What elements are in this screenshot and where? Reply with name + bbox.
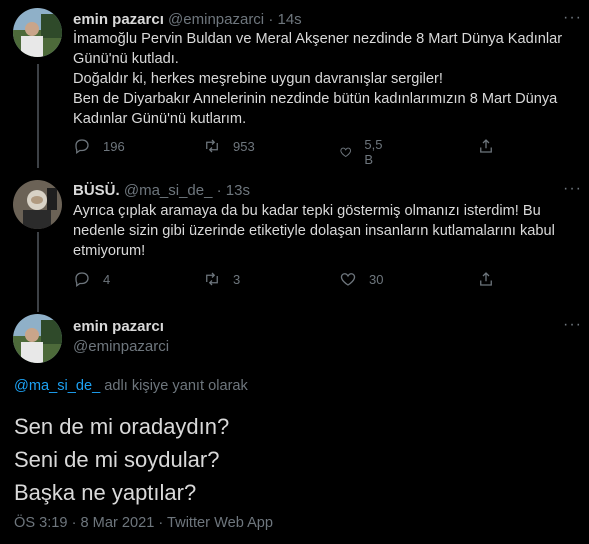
tweet-metadata[interactable]: ÖS 3:19 · 8 Mar 2021 · Twitter Web App [14, 515, 273, 531]
user-handle[interactable]: @eminpazarci [73, 338, 169, 355]
mention-link[interactable]: @ma_si_de_ [14, 378, 100, 394]
retweet-count: 953 [233, 138, 255, 154]
retweet-count: 3 [233, 271, 241, 287]
display-name[interactable]: emin pazarcı [73, 11, 164, 28]
more-icon[interactable]: ··· [563, 9, 582, 27]
like-button[interactable]: 5,5 B [339, 137, 387, 167]
reply-button[interactable]: 196 [73, 137, 125, 155]
like-count: 30 [369, 271, 384, 287]
share-icon [480, 272, 492, 286]
more-icon[interactable]: ··· [563, 316, 582, 334]
like-count: 5,5 B [364, 137, 383, 167]
display-name[interactable]: emin pazarcı [73, 318, 164, 335]
avatar[interactable] [13, 314, 62, 363]
avatar[interactable] [13, 8, 62, 57]
retweet-button[interactable]: 3 [203, 270, 240, 288]
display-name[interactable]: BÜSÜ. [73, 182, 120, 199]
share-icon [480, 139, 492, 153]
like-button[interactable]: 30 [339, 270, 383, 288]
user-handle[interactable]: @ma_si_de_ [124, 182, 213, 199]
tweet-text: Ayrıca çıplak aramaya da bu kadar tepki … [73, 203, 555, 259]
reply-count: 4 [103, 271, 111, 287]
thread-line [37, 232, 39, 312]
retweet-icon [206, 272, 218, 286]
tweet-time[interactable]: 13s [226, 182, 250, 199]
reply-context-label: adlı kişiye yanıt olarak [100, 378, 248, 394]
user-handle[interactable]: @eminpazarci [168, 11, 264, 28]
tweet-header: emin pazarcı @eminpazarci · 14s [73, 11, 302, 28]
tweet-text: Sen de mi oradaydın? Seni de mi soydular… [14, 414, 230, 505]
like-icon [340, 273, 356, 286]
retweet-button[interactable]: 953 [203, 137, 255, 155]
like-icon [340, 147, 352, 158]
thread-line [37, 64, 39, 168]
reply-icon [75, 139, 89, 155]
reply-count: 196 [103, 138, 125, 154]
more-icon[interactable]: ··· [563, 180, 582, 198]
tweet-time[interactable]: 14s [277, 11, 301, 28]
avatar[interactable] [13, 180, 62, 229]
tweet-header: BÜSÜ. @ma_si_de_ · 13s [73, 182, 250, 199]
reply-icon [75, 272, 89, 288]
reply-button[interactable]: 4 [73, 270, 110, 288]
retweet-icon [206, 139, 218, 153]
reply-context: @ma_si_de_ adlı kişiye yanıt olarak [14, 378, 248, 394]
share-button[interactable] [477, 137, 507, 155]
tweet-text: İmamoğlu Pervin Buldan ve Meral Akşener … [73, 31, 563, 127]
share-button[interactable] [477, 270, 507, 288]
